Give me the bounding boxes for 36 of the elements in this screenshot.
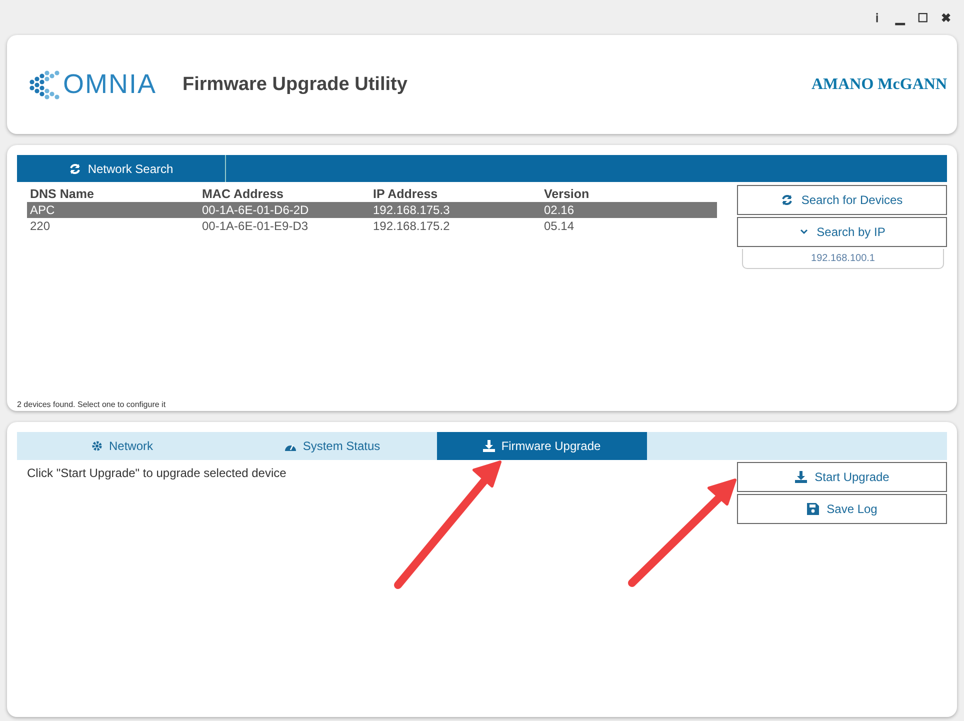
table-cell-text: 192.168.175.3: [372, 203, 451, 217]
gear-icon: [90, 440, 103, 452]
brand-logo: AMANO McGANN: [811, 76, 947, 94]
info-icon[interactable]: ℹ: [870, 9, 884, 26]
tab[interactable]: Firmware Upgrade: [437, 432, 647, 460]
close-button[interactable]: ✖: [939, 10, 953, 24]
table-cell-text: 00-1A-6E-01-E9-D3: [201, 219, 310, 233]
table-cell-text: 220: [29, 219, 52, 233]
start-upgrade-button[interactable]: Start Upgrade: [737, 462, 947, 492]
table-cell-text: 00-1A-6E-01-D6-2D: [201, 203, 310, 217]
table-cell-text: 05.14: [543, 219, 576, 233]
table-cell-text: 192.168.175.2: [372, 219, 451, 233]
device-row[interactable]: 220 00-1A-6E-01-E9-D3 192.168.175.2 05.14: [27, 218, 717, 234]
search-by-ip-button[interactable]: Search by IP: [737, 217, 947, 247]
column-header: Version: [543, 187, 590, 201]
instruction-text: Click "Start Upgrade" to upgrade selected device: [27, 466, 286, 480]
column-header: MAC Address: [201, 187, 284, 201]
ip-input-field[interactable]: 192.168.100.1: [742, 249, 944, 269]
column-header: DNS Name: [29, 187, 95, 201]
logo-text: OMNIA: [63, 69, 157, 100]
app-title: Firmware Upgrade Utility: [182, 74, 408, 96]
refresh-icon: [781, 194, 794, 206]
table-cell-text: 02.16: [543, 203, 576, 217]
maximize-button[interactable]: ☐: [916, 10, 930, 24]
chevron-down-icon: [798, 229, 809, 235]
minimize-button[interactable]: ▁: [893, 10, 907, 24]
search-devices-button[interactable]: Search for Devices: [737, 185, 947, 215]
save-log-button[interactable]: Save Log: [737, 494, 947, 524]
column-header: IP Address: [372, 187, 439, 201]
table-cell-text: APC: [29, 203, 56, 217]
device-row[interactable]: APC 00-1A-6E-01-D6-2D 192.168.175.3 02.16: [27, 202, 717, 218]
refresh-icon: [68, 162, 81, 174]
download-icon: [483, 440, 496, 452]
dots-logo-icon: [29, 70, 61, 100]
download-icon: [794, 471, 807, 483]
status-text: 2 devices found. Select one to configure it: [17, 400, 167, 411]
